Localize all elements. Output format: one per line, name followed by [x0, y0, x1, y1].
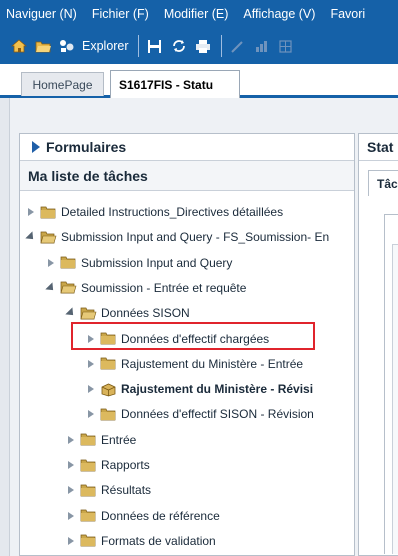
expand-arrow-icon[interactable]: [84, 357, 98, 371]
expand-arrow-icon[interactable]: [44, 256, 58, 270]
refresh-icon[interactable]: [168, 35, 190, 57]
highlight-annotation: [71, 322, 315, 350]
tree-node-label: Entrée: [101, 432, 137, 447]
folder-icon: [80, 458, 97, 473]
tree-node[interactable]: Rajustement du Ministère - Révisi: [84, 379, 313, 399]
tree-node[interactable]: Submission Input and Query - FS_Soumissi…: [24, 227, 329, 247]
tree-node-label: Soumission - Entrée et requête: [81, 280, 247, 295]
tree-node[interactable]: Formats de validation: [64, 531, 216, 551]
toolbar: Explorer: [0, 28, 398, 64]
tree-node[interactable]: Soumission - Entrée et requête: [44, 278, 246, 298]
tree-node[interactable]: Résultats: [64, 480, 151, 500]
collapsed-side-panel[interactable]: [0, 98, 10, 556]
expand-arrow-icon[interactable]: [64, 534, 78, 548]
tab-taches[interactable]: Tâc: [368, 170, 398, 196]
expand-arrow-icon[interactable]: [84, 382, 98, 396]
tree-node-label: Données de référence: [101, 508, 220, 523]
tree-node-label: Résultats: [101, 483, 152, 498]
status-panel-title: Stat: [359, 134, 398, 161]
tree-node[interactable]: Rajustement du Ministère - Entrée: [84, 354, 303, 374]
tree-node[interactable]: Rapports: [64, 455, 150, 475]
tab-homepage[interactable]: HomePage: [21, 72, 104, 96]
status-content-inner: [392, 244, 398, 554]
tree-node-label: Formats de validation: [101, 533, 216, 548]
open-folder-icon[interactable]: [32, 35, 54, 57]
tree-node[interactable]: Données d'effectif SISON - Révision: [84, 404, 314, 424]
folder-icon: [60, 280, 77, 295]
menu-naviguer[interactable]: Naviguer (N): [6, 7, 77, 21]
menu-favoris[interactable]: Favori: [330, 7, 365, 21]
toolbar-separator: [137, 35, 139, 57]
folder-icon: [80, 508, 97, 523]
collapse-arrow-icon[interactable]: [44, 281, 58, 295]
explorer-icon[interactable]: [56, 35, 78, 57]
collapse-arrow-icon[interactable]: [24, 230, 38, 244]
forms-title: Formulaires: [46, 139, 127, 155]
edit-icon: [227, 35, 249, 57]
folder-icon: [40, 230, 57, 245]
menu-bar: Naviguer (N) Fichier (F) Modifier (E) Af…: [0, 0, 398, 28]
tasks-title: Ma liste de tâches: [28, 167, 148, 184]
print-icon[interactable]: [192, 35, 214, 57]
tree-node-label: Données SISON: [101, 306, 190, 321]
expand-arrow-icon[interactable]: [64, 458, 78, 472]
toolbar-separator: [220, 35, 222, 57]
folder-icon: [100, 407, 117, 422]
tree-node-label: Rajustement du Ministère - Révisi: [121, 382, 314, 397]
chart-icon: [251, 35, 273, 57]
expand-arrow-icon[interactable]: [24, 205, 38, 219]
home-icon[interactable]: [8, 35, 30, 57]
tree-node-label: Submission Input and Query - FS_Soumissi…: [61, 230, 330, 245]
tab-s1617fis-status[interactable]: S1617FIS - Statu: [110, 70, 240, 98]
forms-section-header[interactable]: Formulaires: [20, 134, 354, 161]
explorer-label[interactable]: Explorer: [82, 39, 129, 53]
grid-icon: [275, 35, 297, 57]
tree-node-label: Rapports: [101, 458, 150, 472]
save-icon[interactable]: [144, 35, 166, 57]
expand-arrow-icon[interactable]: [84, 407, 98, 421]
menu-modifier[interactable]: Modifier (E): [164, 7, 229, 21]
tree-node[interactable]: Données SISON: [64, 303, 190, 323]
folder-icon: [40, 205, 57, 220]
menu-affichage[interactable]: Affichage (V): [243, 7, 315, 21]
folder-icon: [100, 356, 117, 371]
folder-icon: [80, 483, 97, 498]
tree-node[interactable]: Detailed Instructions_Directives détaill…: [24, 202, 283, 222]
folder-icon: [80, 533, 97, 548]
expand-arrow-icon[interactable]: [64, 483, 78, 497]
expand-forms-icon[interactable]: [32, 141, 40, 153]
tasks-section-header[interactable]: Ma liste de tâches: [20, 161, 354, 191]
menu-fichier[interactable]: Fichier (F): [92, 7, 149, 21]
expand-arrow-icon[interactable]: [64, 433, 78, 447]
folder-icon: [80, 306, 97, 321]
task-navigation-panel: Formulaires Ma liste de tâches Detailed …: [19, 133, 355, 556]
status-panel: Stat Tâc: [358, 133, 398, 556]
tree-node-label: Submission Input and Query: [81, 255, 233, 270]
collapse-arrow-icon[interactable]: [64, 306, 78, 320]
tab-bar: HomePage S1617FIS - Statu: [0, 64, 398, 98]
tree-node[interactable]: Données de référence: [64, 506, 220, 526]
tree-node[interactable]: Entrée: [64, 430, 136, 450]
tree-node-label: Rajustement du Ministère - Entrée: [121, 356, 304, 371]
tree-node-label: Données d'effectif SISON - Révision: [121, 407, 314, 422]
tree-node[interactable]: Submission Input and Query: [44, 253, 232, 273]
folder-icon: [80, 432, 97, 447]
task-box-icon: [100, 382, 117, 397]
expand-arrow-icon[interactable]: [64, 509, 78, 523]
folder-icon: [60, 255, 77, 270]
tree-node-label: Detailed Instructions_Directives détaill…: [61, 205, 284, 219]
